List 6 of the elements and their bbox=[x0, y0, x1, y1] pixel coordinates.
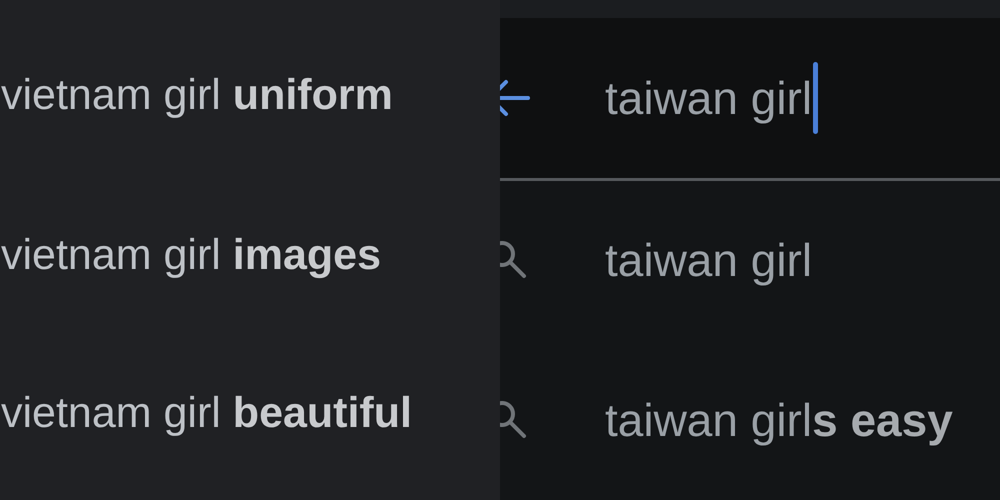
suggestion-item[interactable]: vietnam girl uniform bbox=[0, 14, 500, 176]
search-field[interactable]: taiwan girl bbox=[605, 62, 818, 134]
suggestion-item[interactable]: vietnam girl beautiful bbox=[0, 334, 500, 492]
suggestion-item[interactable]: taiwan girl bbox=[500, 180, 1000, 340]
suggestion-item[interactable]: vietnam girl images bbox=[0, 176, 500, 334]
suggestion-item[interactable]: taiwan girls easy bbox=[500, 340, 1000, 500]
